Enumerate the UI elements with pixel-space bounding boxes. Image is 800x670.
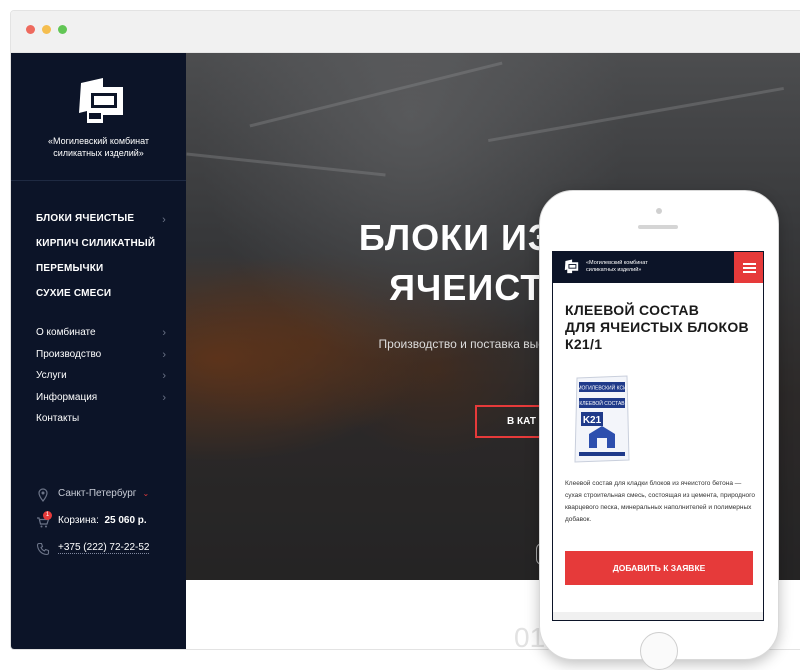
location-pin-icon <box>38 488 48 502</box>
phone-camera <box>656 208 662 214</box>
main-menu-item-brick[interactable]: КИРПИЧ СИЛИКАТНЫЙ <box>36 238 176 263</box>
secondary-menu-item-services[interactable]: Услуги › <box>36 370 176 392</box>
bag-label: КЛЕЕВОЙ СОСТАВ <box>579 399 625 407</box>
cart-link[interactable]: 1 Корзина: 25 060 р. <box>36 511 181 542</box>
secondary-menu-item-info[interactable]: Информация › <box>36 392 176 414</box>
chevron-down-icon: ⌄ <box>142 489 150 498</box>
secondary-menu-label: Производство <box>36 348 102 360</box>
phone-link[interactable]: +375 (222) 72-22-52 <box>36 542 181 569</box>
phone-number: +375 (222) 72-22-52 <box>58 542 150 554</box>
logo-icon[interactable] <box>563 258 580 275</box>
bag-brand: МОГИЛЕВСКИЙ КСИ <box>577 384 627 392</box>
mobile-company-name: «Могилевский комбинат силикатных изделий… <box>586 260 648 273</box>
logo-icon[interactable] <box>73 75 129 127</box>
main-menu-label: СУХИЕ СМЕСИ <box>36 288 112 299</box>
sidebar-contacts: Санкт-Петербург ⌄ 1 Корзина: 25 060 р. +… <box>36 488 181 569</box>
cart-count-badge: 1 <box>43 511 52 520</box>
phone-home-button <box>640 632 678 670</box>
product-description: Клеевой состав для кладки блоков из ячеи… <box>565 480 755 523</box>
secondary-menu: О комбинате › Производство › Услуги › Ин… <box>36 327 176 435</box>
main-menu-label: ПЕРЕМЫЧКИ <box>36 263 104 274</box>
mobile-header: «Могилевский комбинат силикатных изделий… <box>553 252 763 283</box>
maximize-window-dot[interactable] <box>58 25 67 34</box>
main-menu-label: КИРПИЧ СИЛИКАТНЫЙ <box>36 238 156 249</box>
secondary-menu-label: О комбинате <box>36 327 96 338</box>
chevron-right-icon: › <box>162 391 166 404</box>
main-menu: БЛОКИ ЯЧЕИСТЫЕ › КИРПИЧ СИЛИКАТНЫЙ ПЕРЕМ… <box>36 213 176 313</box>
cart-label: Корзина: <box>58 515 99 526</box>
secondary-menu-item-contacts[interactable]: Контакты <box>36 413 176 435</box>
city-selector[interactable]: Санкт-Петербург ⌄ <box>36 488 181 515</box>
phone-speaker <box>638 225 678 229</box>
bag-code: K21 <box>583 415 602 426</box>
mobile-bottom-strip <box>553 612 763 620</box>
secondary-menu-item-about[interactable]: О комбинате › <box>36 327 176 349</box>
chevron-right-icon: › <box>162 214 166 226</box>
chevron-right-icon: › <box>162 327 166 339</box>
secondary-menu-label: Контакты <box>36 413 80 424</box>
product-bag-image: МОГИЛЕВСКИЙ КСИ КЛЕЕВОЙ СОСТАВ K21 <box>574 375 630 463</box>
city-name: Санкт-Петербург <box>58 488 137 499</box>
mobile-screen: «Могилевский комбинат силикатных изделий… <box>552 251 764 621</box>
cart-amount: 25 060 р. <box>104 515 147 526</box>
chevron-right-icon: › <box>162 370 166 382</box>
main-menu-item-blocks[interactable]: БЛОКИ ЯЧЕИСТЫЕ › <box>36 213 176 238</box>
minimize-window-dot[interactable] <box>42 25 51 34</box>
product-title: КЛЕЕВОЙ СОСТАВ ДЛЯ ЯЧЕИСТЫХ БЛОКОВ К21/1 <box>565 302 749 352</box>
close-window-dot[interactable] <box>26 25 35 34</box>
main-menu-item-lintels[interactable]: ПЕРЕМЫЧКИ <box>36 263 176 288</box>
phone-mockup: «Могилевский комбинат силикатных изделий… <box>539 190 779 670</box>
secondary-menu-label: Информация <box>36 391 98 403</box>
main-menu-item-dry-mixes[interactable]: СУХИЕ СМЕСИ <box>36 288 176 313</box>
phone-icon <box>36 542 50 556</box>
main-menu-label: БЛОКИ ЯЧЕИСТЫЕ <box>36 213 135 224</box>
browser-titlebar <box>11 11 800 53</box>
company-name: «Могилевский комбинат силикатных изделий… <box>47 136 150 158</box>
secondary-menu-item-production[interactable]: Производство › <box>36 349 176 371</box>
sidebar: «Могилевский комбинат силикатных изделий… <box>11 53 186 649</box>
screenshot-canvas: «Могилевский комбинат силикатных изделий… <box>0 0 800 670</box>
chevron-right-icon: › <box>162 348 166 361</box>
hamburger-icon[interactable] <box>734 252 763 283</box>
sidebar-divider <box>11 180 186 181</box>
secondary-menu-label: Услуги <box>36 370 67 381</box>
add-to-request-button[interactable]: ДОБАВИТЬ К ЗАЯВКЕ <box>565 551 753 585</box>
